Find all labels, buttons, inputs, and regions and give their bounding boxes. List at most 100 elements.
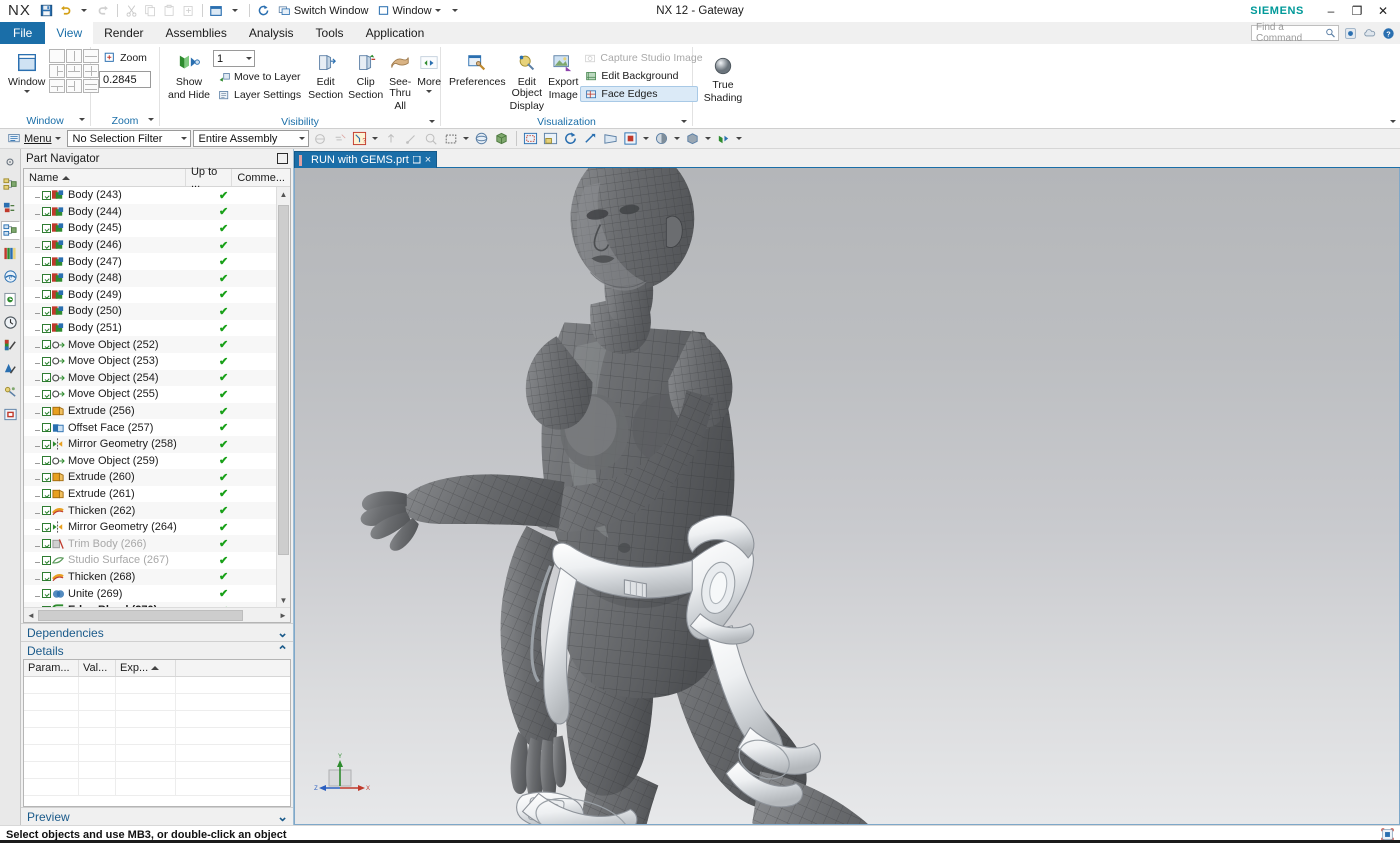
- select-feature-icon[interactable]: [402, 130, 420, 148]
- up-one-level-icon[interactable]: [382, 130, 400, 148]
- system-scenes-icon[interactable]: [1, 359, 20, 378]
- tree-item-name[interactable]: Body (247): [24, 256, 210, 268]
- orient-view-icon[interactable]: [622, 130, 640, 148]
- feature-checkbox[interactable]: [42, 606, 51, 607]
- feature-checkbox[interactable]: [42, 340, 51, 349]
- session-icon[interactable]: [1342, 25, 1358, 41]
- layout-three-right[interactable]: [66, 79, 82, 93]
- column-header-comment[interactable]: Comme...: [232, 169, 290, 186]
- feature-checkbox[interactable]: [42, 473, 51, 482]
- feature-checkbox[interactable]: [42, 556, 51, 565]
- feature-checkbox[interactable]: [42, 407, 51, 416]
- cut-icon[interactable]: [123, 2, 140, 19]
- tree-item-name[interactable]: Offset Face (257): [24, 422, 210, 434]
- qat-overflow-icon[interactable]: [447, 2, 464, 19]
- deselect-icon[interactable]: [331, 130, 349, 148]
- tree-item-name[interactable]: Move Object (259): [24, 455, 210, 467]
- section-dependencies[interactable]: Dependencies ⌄: [21, 623, 293, 641]
- feature-checkbox[interactable]: [42, 539, 51, 548]
- tree-item-name[interactable]: Body (248): [24, 272, 210, 284]
- group-dropdown-icon[interactable]: [148, 118, 154, 121]
- pan-icon[interactable]: [582, 130, 600, 148]
- table-row[interactable]: Body (244)✔: [24, 204, 290, 221]
- perspective-icon[interactable]: [602, 130, 620, 148]
- paste-icon[interactable]: [161, 2, 178, 19]
- section-details[interactable]: Details ⌃: [21, 641, 293, 659]
- details-column-value[interactable]: Val...: [79, 660, 116, 676]
- filter-dropdown-icon[interactable]: [371, 130, 380, 148]
- undo-dropdown-icon[interactable]: [76, 2, 93, 19]
- capture-studio-image-button[interactable]: Capture Studio Image: [580, 50, 698, 66]
- history-clock-icon[interactable]: [1, 313, 20, 332]
- details-row[interactable]: [24, 677, 290, 694]
- layer-select[interactable]: 1: [213, 50, 255, 67]
- undo-icon[interactable]: [57, 2, 74, 19]
- feature-checkbox[interactable]: [42, 307, 51, 316]
- details-row[interactable]: [24, 728, 290, 745]
- feature-checkbox[interactable]: [42, 423, 51, 432]
- feature-checkbox[interactable]: [42, 373, 51, 382]
- edit-background-button[interactable]: Edit Background: [580, 68, 698, 84]
- feature-checkbox[interactable]: [42, 440, 51, 449]
- history-palette-icon[interactable]: [1, 290, 20, 309]
- rectangle-select-icon[interactable]: [442, 130, 460, 148]
- graphics-view[interactable]: Y X Z: [294, 168, 1400, 825]
- feature-checkbox[interactable]: [42, 456, 51, 465]
- help-icon[interactable]: ?: [1380, 25, 1396, 41]
- column-header-name[interactable]: Name: [24, 169, 186, 186]
- layout-three-bottom[interactable]: [49, 79, 65, 93]
- table-row[interactable]: Edge Blend (270)✔: [24, 602, 290, 607]
- cloud-icon[interactable]: [1361, 25, 1377, 41]
- export-image-button[interactable]: Export Image: [546, 47, 580, 105]
- minimize-button[interactable]: –: [1318, 1, 1344, 21]
- table-row[interactable]: Body (246)✔: [24, 237, 290, 254]
- edit-object-display-button[interactable]: Edit Object Display: [508, 47, 546, 116]
- table-row[interactable]: Move Object (253)✔: [24, 353, 290, 370]
- render-style-dropdown-icon[interactable]: [673, 130, 682, 148]
- tree-horizontal-scrollbar[interactable]: ◄ ►: [24, 607, 290, 622]
- refresh-icon[interactable]: [255, 2, 272, 19]
- feature-checkbox[interactable]: [42, 489, 51, 498]
- feature-checkbox[interactable]: [42, 274, 51, 283]
- sphere-select-icon[interactable]: [473, 130, 491, 148]
- restore-button[interactable]: ❐: [1344, 1, 1370, 21]
- table-row[interactable]: Move Object (259)✔: [24, 453, 290, 470]
- face-edges-button[interactable]: Face Edges: [580, 86, 698, 102]
- feature-checkbox[interactable]: [42, 257, 51, 266]
- see-thru-all-button[interactable]: See-Thru All: [386, 47, 414, 116]
- table-row[interactable]: Thicken (262)✔: [24, 502, 290, 519]
- tree-item-name[interactable]: Extrude (256): [24, 405, 210, 417]
- table-row[interactable]: Mirror Geometry (264)✔: [24, 519, 290, 536]
- details-row[interactable]: [24, 745, 290, 762]
- menu-button[interactable]: Menu: [3, 131, 65, 146]
- feature-checkbox[interactable]: [42, 357, 51, 366]
- details-row[interactable]: [24, 694, 290, 711]
- true-shading-button[interactable]: True Shading: [700, 50, 746, 108]
- feature-checkbox[interactable]: [42, 506, 51, 515]
- redo-icon[interactable]: [95, 2, 112, 19]
- tab-view[interactable]: View: [45, 22, 93, 44]
- window-dropdown-icon[interactable]: [227, 2, 244, 19]
- tree-item-name[interactable]: Move Object (254): [24, 372, 210, 384]
- shaded-icon[interactable]: [684, 130, 702, 148]
- roles-icon[interactable]: [1, 405, 20, 424]
- close-icon[interactable]: ×: [425, 154, 431, 166]
- tree-item-name[interactable]: Unite (269): [24, 588, 210, 600]
- feature-checkbox[interactable]: [42, 390, 51, 399]
- tree-item-name[interactable]: Trim Body (266): [24, 538, 210, 550]
- table-row[interactable]: Extrude (260)✔: [24, 469, 290, 486]
- part-navigator-icon[interactable]: [1, 221, 20, 240]
- table-row[interactable]: Body (251)✔: [24, 320, 290, 337]
- window-icon[interactable]: [208, 2, 225, 19]
- visibility-icon[interactable]: [715, 130, 733, 148]
- table-row[interactable]: Studio Surface (267)✔: [24, 552, 290, 569]
- table-row[interactable]: Mirror Geometry (258)✔: [24, 436, 290, 453]
- clip-section-button[interactable]: Clip Section: [346, 47, 385, 105]
- tree-item-name[interactable]: Edge Blend (270): [24, 604, 210, 607]
- history-dot-icon[interactable]: [1, 152, 20, 171]
- rotate-icon[interactable]: [562, 130, 580, 148]
- details-column-parameter[interactable]: Param...: [24, 660, 79, 676]
- scroll-thumb-horizontal[interactable]: [38, 610, 243, 621]
- visibility-dropdown-icon[interactable]: [735, 130, 744, 148]
- tree-item-name[interactable]: Extrude (261): [24, 488, 210, 500]
